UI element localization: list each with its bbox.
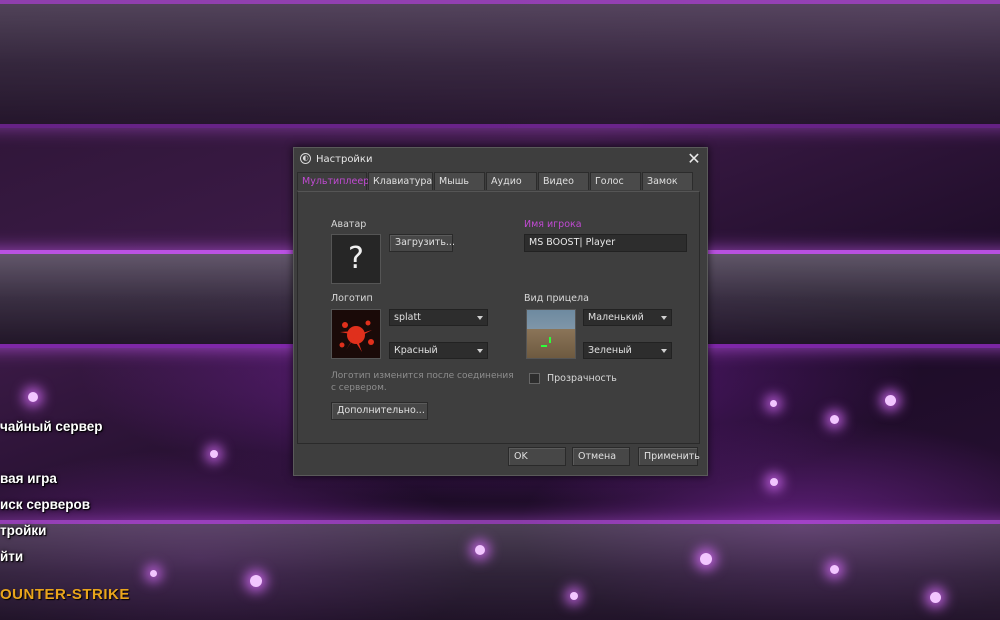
- crosshair-mark: [549, 337, 551, 343]
- background-light: [475, 545, 485, 555]
- background-light: [885, 395, 896, 406]
- background-light: [210, 450, 218, 458]
- background-light: [570, 592, 578, 600]
- background-light: [150, 570, 157, 577]
- tab-mouse[interactable]: Мышь: [434, 172, 485, 190]
- tab-voice[interactable]: Голос: [590, 172, 641, 190]
- background-light: [930, 592, 941, 603]
- background-light: [700, 553, 712, 565]
- player-name-input[interactable]: MS BOOST| Player: [524, 234, 687, 252]
- crosshair-label: Вид прицела: [524, 293, 589, 304]
- tab-audio[interactable]: Аудио: [486, 172, 537, 190]
- close-icon[interactable]: ✕: [687, 151, 701, 167]
- crosshair-mark: [541, 345, 547, 347]
- multiplayer-panel: Аватар ? Загрузить... Имя игрока MS BOOS…: [297, 191, 700, 444]
- background-light: [770, 400, 777, 407]
- background-light: [28, 392, 38, 402]
- tab-multiplayer[interactable]: Мультиплеер: [297, 172, 369, 190]
- settings-dialog: ◐ Настройки ✕ Мультиплеер Клавиатура Мыш…: [293, 147, 708, 476]
- cancel-button[interactable]: Отмена: [572, 447, 630, 466]
- logo-image-select-value: splatt: [394, 312, 421, 323]
- tab-video[interactable]: Видео: [538, 172, 589, 190]
- logo-color-select[interactable]: Красный: [389, 342, 488, 359]
- crosshair-preview-image: [526, 309, 576, 359]
- chevron-down-icon: [477, 349, 483, 353]
- dialog-titlebar[interactable]: ◐ Настройки ✕: [294, 148, 707, 170]
- apply-button[interactable]: Применить: [638, 447, 700, 466]
- splatt-icon: [339, 320, 374, 352]
- steam-icon: ◐: [300, 153, 311, 164]
- ok-button[interactable]: OK: [508, 447, 566, 466]
- crosshair-color-select-value: Зеленый: [588, 345, 632, 356]
- dialog-title: Настройки: [316, 154, 373, 165]
- menu-item-random-server[interactable]: чайный сервер: [0, 419, 103, 434]
- logo-label: Логотип: [331, 293, 373, 304]
- tab-keyboard[interactable]: Клавиатура: [368, 172, 433, 190]
- chevron-down-icon: [661, 316, 667, 320]
- advanced-button[interactable]: Дополнительно...: [331, 402, 428, 420]
- upload-avatar-button[interactable]: Загрузить...: [389, 234, 455, 252]
- menu-item-new-game[interactable]: вая игра: [0, 471, 57, 486]
- crosshair-size-select-value: Маленький: [588, 312, 644, 323]
- chevron-down-icon: [661, 349, 667, 353]
- background-light: [250, 575, 262, 587]
- tab-lock[interactable]: Замок: [642, 172, 693, 190]
- chevron-down-icon: [477, 316, 483, 320]
- logo-image-select[interactable]: splatt: [389, 309, 488, 326]
- spray-logo-image: [331, 309, 381, 359]
- crosshair-size-select[interactable]: Маленький: [583, 309, 672, 326]
- counter-strike-logo: OUNTER-STRIKE: [0, 586, 130, 603]
- player-name-label: Имя игрока: [524, 219, 582, 230]
- tab-bar: Мультиплеер Клавиатура Мышь Аудио Видео …: [297, 172, 694, 191]
- menu-item-quit[interactable]: йти: [0, 549, 23, 564]
- background-band-top: [0, 0, 1000, 128]
- transparency-label: Прозрачность: [547, 373, 617, 384]
- background-band-bottom: [0, 520, 1000, 620]
- logo-color-select-value: Красный: [394, 345, 438, 356]
- avatar-placeholder: ?: [331, 234, 381, 284]
- background-light: [830, 415, 839, 424]
- avatar-label: Аватар: [331, 219, 367, 230]
- menu-item-settings[interactable]: тройки: [0, 523, 46, 538]
- background-light: [830, 565, 839, 574]
- transparency-checkbox[interactable]: [529, 373, 540, 384]
- crosshair-color-select[interactable]: Зеленый: [583, 342, 672, 359]
- logo-change-note: Логотип изменится после соединения с сер…: [331, 371, 514, 393]
- menu-item-find-servers[interactable]: иск серверов: [0, 497, 90, 512]
- background-light: [770, 478, 778, 486]
